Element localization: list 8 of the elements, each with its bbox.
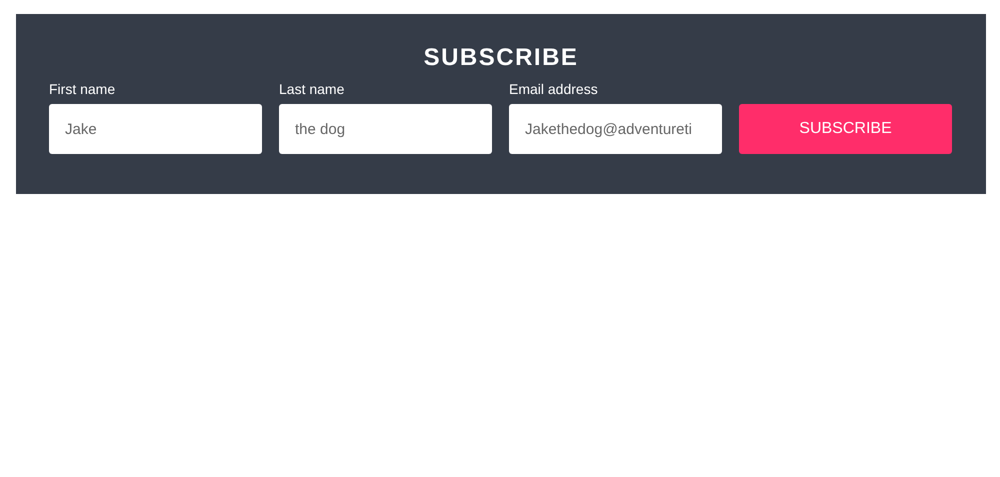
field-label: First name [49, 80, 116, 98]
field-label: Last name [279, 80, 344, 98]
input-field[interactable]: Jakethedog@adventureti [509, 104, 722, 154]
input-field[interactable]: Jake [49, 104, 262, 154]
form-title: SUBSCRIBE [422, 44, 580, 72]
field-label: Email address [509, 80, 598, 98]
input-field[interactable]: the dog [279, 104, 492, 154]
subscribe-button[interactable]: SUBSCRIBE [739, 104, 952, 154]
